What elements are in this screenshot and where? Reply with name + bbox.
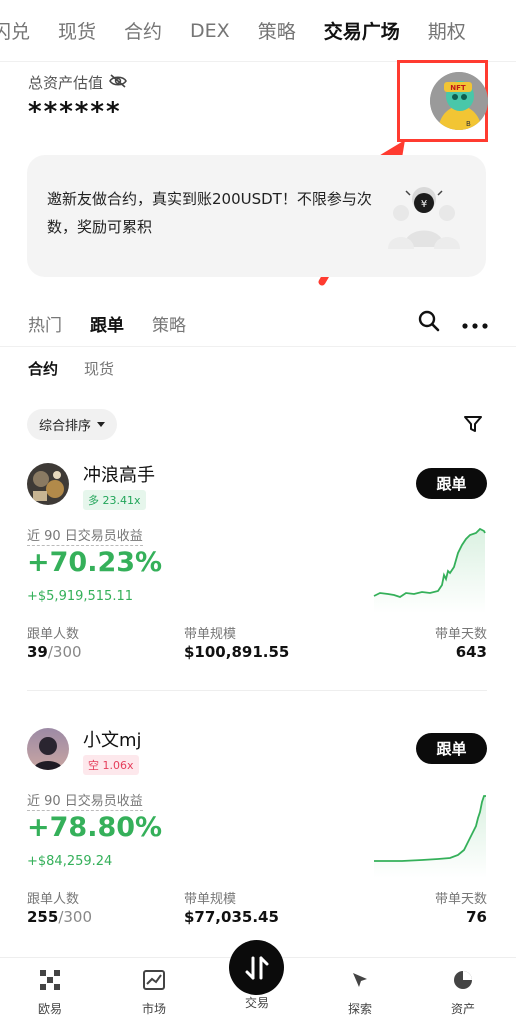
more-icon[interactable] <box>462 314 488 333</box>
subtab-copy-trading[interactable]: 跟单 <box>90 311 124 336</box>
days-value: 76 <box>466 908 487 926</box>
nav-assets[interactable]: 资产 <box>423 968 503 1017</box>
copy-trade-subtabs: 热门 跟单 策略 <box>28 308 488 338</box>
category-spot[interactable]: 现货 <box>84 358 114 379</box>
chart-icon <box>114 968 194 992</box>
divider <box>0 346 516 347</box>
trader-name: 冲浪高手 <box>83 465 155 486</box>
nav-market-label: 市场 <box>141 1002 166 1016</box>
tab-trading-plaza[interactable]: 交易广场 <box>310 17 414 44</box>
asset-summary: 总资产估值 ****** <box>28 72 127 127</box>
followers-value: 255/300 <box>27 908 92 926</box>
sort-dropdown[interactable]: 综合排序 <box>27 409 118 440</box>
invite-banner[interactable]: 邀新友做合约，真实到账200USDT！不限参与次数，奖励可累积 ¥ <box>27 155 486 277</box>
tab-futures[interactable]: 合约 <box>110 17 176 44</box>
trader-card[interactable]: 冲浪高手 多 23.41x 跟单 近 90 日交易员收益 +70.23% +$5… <box>27 463 487 673</box>
trader-avatar <box>27 728 69 770</box>
trader-name: 小文mj <box>83 730 142 751</box>
days-label: 带单天数 <box>434 627 487 642</box>
leverage-badge: 空 1.06x <box>83 755 139 775</box>
card-divider <box>27 690 487 691</box>
profit-amount: +$5,919,515.11 <box>27 589 133 604</box>
top-navigation: 闪兑 现货 合约 DEX 策略 交易广场 期权 <box>0 0 516 62</box>
scale-value: $100,891.55 <box>184 643 290 661</box>
nav-explore-label: 探索 <box>347 1002 372 1016</box>
profit-sparkline <box>374 795 486 878</box>
scale-label: 带单规模 <box>184 892 237 907</box>
okx-logo-icon <box>10 968 90 992</box>
followers-value: 39/300 <box>27 643 82 661</box>
eye-slash-icon[interactable] <box>109 73 127 92</box>
follow-button[interactable]: 跟单 <box>416 468 487 499</box>
profit-label: 近 90 日交易员收益 <box>27 525 143 546</box>
nav-trade[interactable]: 交易 <box>217 994 297 1011</box>
category-futures[interactable]: 合约 <box>28 358 58 379</box>
profit-percent: +70.23% <box>27 547 163 578</box>
subtab-hot[interactable]: 热门 <box>28 311 62 336</box>
nav-assets-label: 资产 <box>450 1002 475 1016</box>
tab-options[interactable]: 期权 <box>414 17 480 44</box>
profit-amount: +$84,259.24 <box>27 854 113 869</box>
leverage-badge: 多 23.41x <box>83 490 146 510</box>
trade-button[interactable] <box>229 940 284 995</box>
market-category: 合约 现货 <box>28 358 114 379</box>
follow-button[interactable]: 跟单 <box>416 733 487 764</box>
trader-card[interactable]: 小文mj 空 1.06x 跟单 近 90 日交易员收益 +78.80% +$84… <box>27 728 487 938</box>
swap-arrows-icon <box>245 956 268 979</box>
days-value: 643 <box>455 643 487 661</box>
nav-market[interactable]: 市场 <box>114 968 194 1017</box>
asset-label: 总资产估值 <box>28 74 104 92</box>
profit-label: 近 90 日交易员收益 <box>27 790 143 811</box>
scale-value: $77,035.45 <box>184 908 279 926</box>
compass-icon <box>320 968 400 992</box>
search-icon[interactable] <box>418 310 440 336</box>
people-icon: ¥ <box>388 187 460 249</box>
profit-sparkline <box>373 527 486 613</box>
svg-text:NFT: NFT <box>450 84 466 92</box>
nav-okx-label: 欧易 <box>37 1002 62 1016</box>
profit-percent: +78.80% <box>27 812 163 843</box>
asset-value-hidden: ****** <box>28 97 122 127</box>
tab-dex[interactable]: DEX <box>176 20 244 42</box>
days-label: 带单天数 <box>434 892 487 907</box>
followers-label: 跟单人数 <box>27 892 80 907</box>
asset-label-row: 总资产估值 <box>28 72 127 93</box>
banner-text: 邀新友做合约，真实到账200USDT！不限参与次数，奖励可累积 <box>47 190 372 236</box>
followers-label: 跟单人数 <box>27 627 80 642</box>
nav-okx[interactable]: 欧易 <box>10 968 90 1017</box>
scale-label: 带单规模 <box>184 627 237 642</box>
sort-label: 综合排序 <box>39 419 92 434</box>
nav-explore[interactable]: 探索 <box>320 968 400 1017</box>
pie-chart-icon <box>423 968 503 992</box>
tab-spot[interactable]: 现货 <box>44 17 110 44</box>
filter-icon[interactable] <box>463 414 483 438</box>
subtab-strategy[interactable]: 策略 <box>152 311 186 336</box>
svg-text:¥: ¥ <box>421 199 427 210</box>
svg-text:B: B <box>466 120 471 128</box>
avatar[interactable]: NFT B <box>430 72 488 130</box>
nav-trade-label: 交易 <box>244 996 269 1010</box>
tab-strategy[interactable]: 策略 <box>244 17 310 44</box>
caret-down-icon <box>97 417 106 432</box>
tab-flash-swap[interactable]: 闪兑 <box>0 17 44 44</box>
trader-avatar <box>27 463 69 505</box>
